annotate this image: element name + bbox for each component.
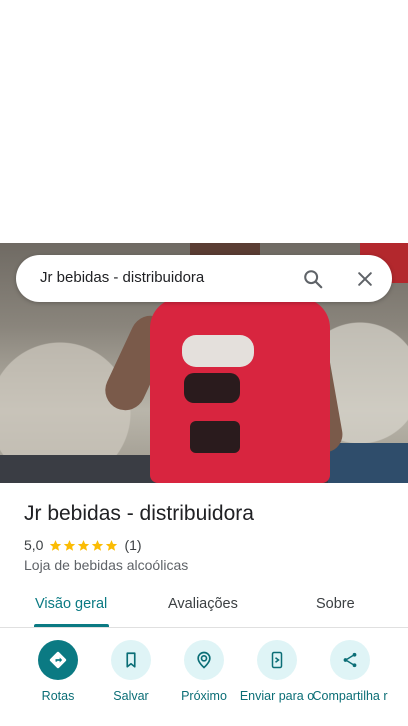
- review-count[interactable]: (1): [124, 537, 141, 553]
- photo-shirt-print: [184, 373, 240, 403]
- send-to-phone-label: Enviar para o: [239, 689, 315, 703]
- star-icon: [106, 539, 118, 551]
- directions-label: Rotas: [41, 689, 75, 703]
- star-icon: [92, 539, 104, 551]
- send-to-phone-button[interactable]: Enviar para o: [239, 640, 315, 703]
- tab-about[interactable]: Sobre: [316, 596, 355, 612]
- star-icon: [64, 539, 76, 551]
- save-label: Salvar: [113, 689, 149, 703]
- star-icon: [78, 539, 90, 551]
- active-tab-indicator: [34, 624, 109, 627]
- search-input[interactable]: Jr bebidas - distribuidora: [40, 269, 204, 286]
- place-title: Jr bebidas - distribuidora: [24, 502, 254, 525]
- rating-row[interactable]: 5,0 (1): [24, 537, 142, 553]
- bookmark-icon: [111, 640, 151, 680]
- share-button[interactable]: Compartilha r: [312, 640, 388, 703]
- photo-shirt: [150, 298, 330, 483]
- tab-reviews[interactable]: Avaliações: [168, 596, 238, 612]
- tab-bar: Visão geral Avaliações Sobre: [0, 585, 408, 628]
- save-button[interactable]: Salvar: [93, 640, 169, 703]
- photo-mat: [328, 443, 408, 483]
- rating-stars: [49, 539, 118, 552]
- search-bar[interactable]: Jr bebidas - distribuidora: [16, 255, 392, 302]
- map-blank-area: [0, 0, 408, 243]
- place-category: Loja de bebidas alcoólicas: [24, 557, 189, 573]
- photo-shirt-print: [182, 335, 254, 367]
- rating-value: 5,0: [24, 537, 44, 553]
- directions-icon: [38, 640, 78, 680]
- nearby-icon: [184, 640, 224, 680]
- nearby-button[interactable]: Próximo: [166, 640, 242, 703]
- close-icon[interactable]: [350, 264, 380, 294]
- send-to-phone-icon: [257, 640, 297, 680]
- directions-button[interactable]: Rotas: [20, 640, 96, 703]
- share-label: Compartilha r: [312, 689, 388, 703]
- nearby-label: Próximo: [181, 689, 227, 703]
- photo-shirt-print: [190, 421, 240, 453]
- share-icon: [330, 640, 370, 680]
- search-icon[interactable]: [298, 264, 328, 294]
- star-icon: [50, 539, 62, 551]
- tab-overview[interactable]: Visão geral: [35, 596, 107, 612]
- action-bar: Rotas Salvar Próximo Enviar para o Compa…: [0, 640, 408, 726]
